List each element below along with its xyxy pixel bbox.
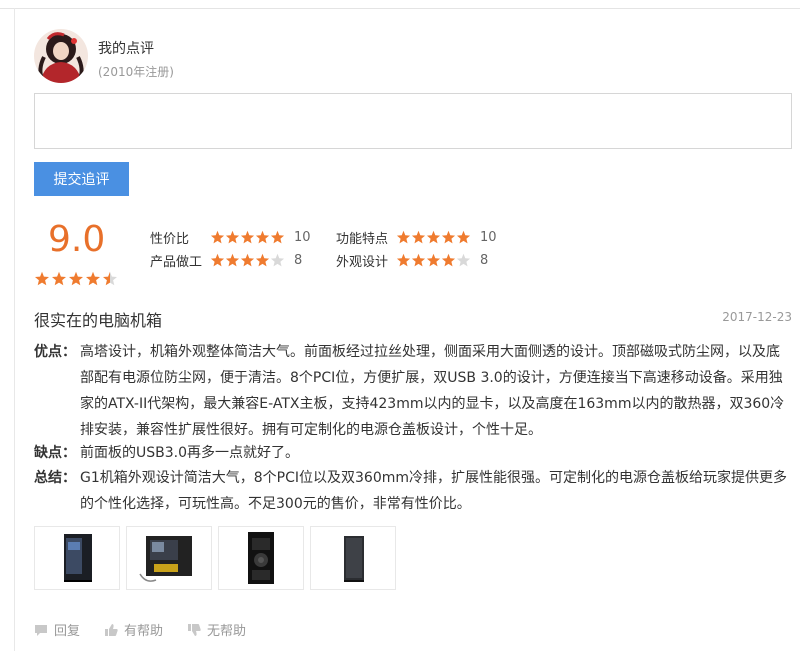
star-icon — [255, 253, 270, 268]
star-icon — [396, 253, 411, 268]
cons-label: 缺点： — [34, 445, 76, 461]
rating-item-build: 产品做工 8 — [150, 251, 302, 270]
review-images — [34, 526, 396, 590]
reply-action[interactable]: 回复 — [34, 620, 80, 639]
star-icon — [270, 230, 285, 245]
rating-label: 功能特点 — [336, 232, 389, 247]
star-icon — [441, 253, 456, 268]
star-icon — [102, 271, 118, 287]
thumbs-up-icon — [105, 623, 118, 636]
star-icon — [240, 230, 255, 245]
rating-stars — [210, 253, 288, 268]
reply-label: 回复 — [54, 624, 81, 639]
star-icon — [426, 230, 441, 245]
helpful-action[interactable]: 有帮助 — [104, 620, 163, 639]
review-date: 2017-12-23 — [722, 310, 792, 324]
star-icon — [396, 230, 411, 245]
star-icon — [34, 271, 50, 287]
star-icon — [411, 230, 426, 245]
star-icon — [270, 253, 285, 268]
rating-stars — [396, 253, 474, 268]
rating-label: 外观设计 — [336, 255, 389, 270]
summary-label: 总结： — [34, 470, 76, 486]
star-icon — [225, 253, 240, 268]
comment-icon — [35, 624, 47, 636]
unhelpful-label: 无帮助 — [207, 624, 247, 639]
cons-text: 前面板的USB3.0再多一点就好了。 — [80, 445, 300, 461]
star-icon — [85, 271, 101, 287]
star-icon — [426, 253, 441, 268]
submit-followup-button[interactable]: 提交追评 — [34, 162, 129, 196]
pros-section: 优点： 高塔设计，机箱外观整体简洁大气。前面板经过拉丝处理，侧面采用大面侧透的设… — [34, 339, 792, 443]
reply-textarea[interactable] — [34, 93, 792, 149]
star-icon — [441, 230, 456, 245]
star-icon — [456, 253, 471, 268]
rating-value: 8 — [294, 253, 303, 268]
review-image[interactable] — [310, 526, 396, 590]
star-icon — [68, 271, 84, 287]
star-icon — [225, 230, 240, 245]
rating-item-features: 功能特点 10 — [336, 228, 497, 247]
rating-stars — [210, 230, 288, 245]
review-image[interactable] — [126, 526, 212, 590]
pros-text: 高塔设计，机箱外观整体简洁大气。前面板经过拉丝处理，侧面采用大面侧透的设计。顶部… — [80, 344, 785, 438]
cons-section: 缺点： 前面板的USB3.0再多一点就好了。 — [34, 440, 792, 466]
review-actions: 回复 有帮助 无帮助 — [34, 620, 270, 639]
star-icon — [210, 253, 225, 268]
unhelpful-action[interactable]: 无帮助 — [187, 620, 246, 639]
review-image[interactable] — [34, 526, 120, 590]
thumbs-down-icon — [188, 623, 201, 636]
panel-border-top — [0, 8, 800, 9]
review-image[interactable] — [218, 526, 304, 590]
rating-stars — [396, 230, 474, 245]
pros-label: 优点： — [34, 344, 76, 360]
star-icon — [411, 253, 426, 268]
star-icon — [456, 230, 471, 245]
rating-item-value: 性价比 10 — [150, 228, 311, 247]
panel-border-left — [14, 8, 15, 651]
rating-label: 产品做工 — [150, 255, 203, 270]
rating-value: 10 — [294, 230, 311, 245]
overall-stars — [34, 271, 118, 287]
summary-section: 总结： G1机箱外观设计简洁大气，8个PCI位以及双360mm冷排，扩展性能很强… — [34, 465, 792, 517]
user-name[interactable]: 我的点评 — [98, 38, 154, 58]
star-icon — [210, 230, 225, 245]
helpful-label: 有帮助 — [124, 624, 164, 639]
summary-text: G1机箱外观设计简洁大气，8个PCI位以及双360mm冷排，扩展性能很强。可定制… — [80, 470, 788, 512]
rating-value: 10 — [480, 230, 497, 245]
registration-date: (2010年注册) — [98, 65, 174, 79]
overall-score: 9.0 — [48, 219, 106, 260]
star-icon — [240, 253, 255, 268]
star-icon — [255, 230, 270, 245]
rating-value: 8 — [480, 253, 489, 268]
rating-label: 性价比 — [150, 232, 190, 247]
avatar[interactable] — [34, 29, 88, 83]
review-title: 很实在的电脑机箱 — [34, 311, 163, 330]
rating-item-appearance: 外观设计 8 — [336, 251, 488, 270]
star-icon — [51, 271, 67, 287]
